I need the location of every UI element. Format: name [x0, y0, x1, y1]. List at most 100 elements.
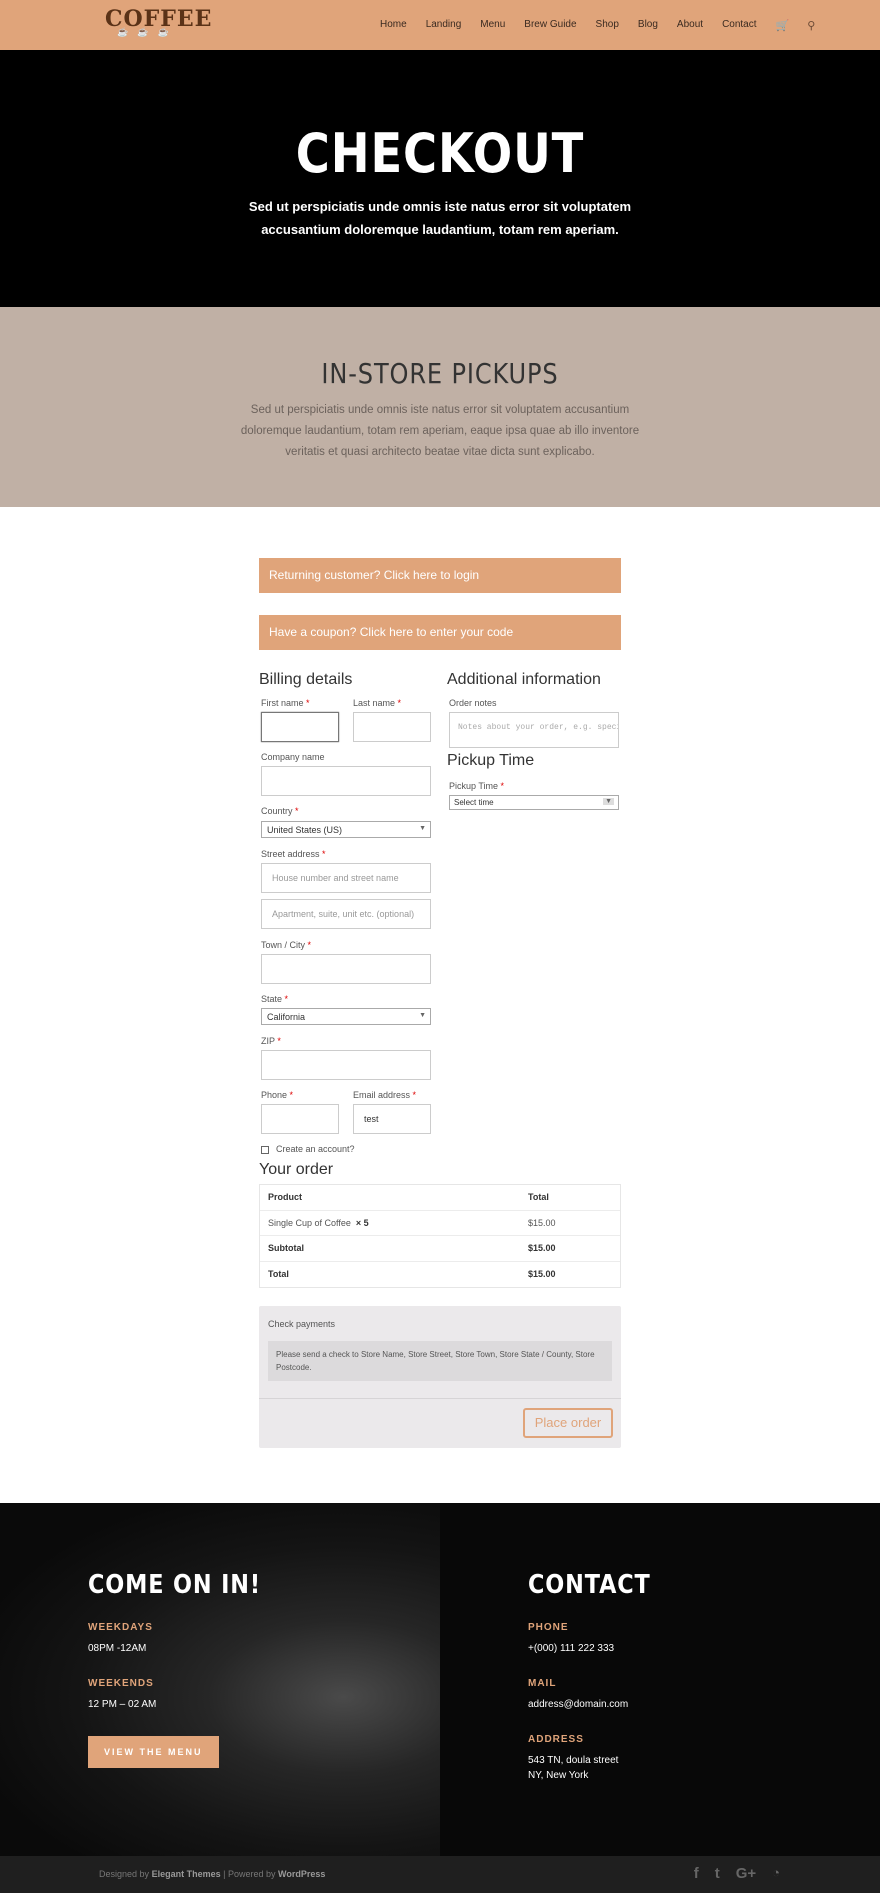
state-label: State * — [261, 994, 289, 1004]
login-notice[interactable]: Returning customer? Click here to login — [259, 558, 621, 593]
elegant-themes-link[interactable]: Elegant Themes — [152, 1869, 221, 1879]
street-field[interactable]: House number and street name — [261, 863, 431, 893]
email-label: Email address * — [353, 1090, 417, 1100]
mail-value[interactable]: address@domain.com — [528, 1697, 671, 1712]
street2-field[interactable]: Apartment, suite, unit etc. (optional) — [261, 899, 431, 929]
state-value: California — [267, 1012, 306, 1022]
total-value: $15.00 — [528, 1269, 556, 1280]
coupon-notice[interactable]: Have a coupon? Click here to enter your … — [259, 615, 621, 650]
chevron-down-icon: ▼ — [419, 1012, 426, 1019]
payment-description: Please send a check to Store Name, Store… — [268, 1341, 612, 1381]
wordpress-link[interactable]: WordPress — [278, 1869, 325, 1879]
pickup-time-select[interactable]: Select time ▼ — [449, 795, 619, 810]
nav-shop[interactable]: Shop — [596, 19, 619, 32]
cart-icon[interactable]: 🛒 — [776, 19, 790, 32]
town-field[interactable] — [261, 954, 431, 984]
email-field[interactable]: test — [353, 1104, 431, 1134]
weekends-label: WEEKENDS — [88, 1678, 154, 1689]
place-order-button[interactable]: Place order — [523, 1408, 613, 1438]
phone-field[interactable] — [261, 1104, 339, 1134]
nav-home[interactable]: Home — [380, 19, 407, 32]
order-table: Product Total Single Cup of Coffee × 5 $… — [259, 1184, 621, 1288]
weekdays-value: 08PM -12AM — [88, 1643, 147, 1654]
nav-landing[interactable]: Landing — [426, 19, 462, 32]
state-select[interactable]: California ▼ — [261, 1008, 431, 1025]
payment-method-label[interactable]: Check payments — [268, 1319, 335, 1329]
contact-title: CONTACT — [528, 1570, 651, 1600]
total-label: Total — [268, 1269, 289, 1280]
address-line-1: 543 TN, doula street — [528, 1755, 619, 1766]
order-head-row: Product Total — [260, 1185, 620, 1211]
order-notes-field[interactable]: Notes about your order, e.g. special not… — [449, 712, 619, 748]
town-label: Town / City * — [261, 940, 312, 950]
pickups-section: IN-STORE PICKUPS Sed ut perspiciatis und… — [0, 307, 880, 507]
order-item-total: $15.00 — [528, 1217, 556, 1228]
pickups-text: Sed ut perspiciatis unde omnis iste natu… — [240, 404, 640, 458]
pickup-time-title: Pickup Time — [447, 752, 535, 769]
pickup-time-value: Select time — [454, 798, 494, 807]
last-name-label: Last name * — [353, 698, 402, 708]
your-order-title: Your order — [259, 1161, 334, 1178]
subtotal-label: Subtotal — [268, 1243, 304, 1254]
weekdays-label: WEEKDAYS — [88, 1622, 153, 1633]
zip-label: ZIP * — [261, 1036, 281, 1046]
nav-contact[interactable]: Contact — [722, 19, 756, 32]
payment-divider — [259, 1398, 621, 1399]
address-value: 543 TN, doula street NY, New York — [528, 1753, 671, 1783]
product-header: Product — [268, 1192, 303, 1203]
phone-label: Phone * — [261, 1090, 294, 1100]
zip-field[interactable] — [261, 1050, 431, 1080]
logo-cups: ☕ ☕ ☕ — [117, 28, 172, 38]
credits: Designed by Elegant Themes | Powered by … — [99, 1869, 326, 1879]
main-nav: Home Landing Menu Brew Guide Shop Blog A… — [380, 19, 833, 32]
total-header: Total — [528, 1192, 549, 1203]
page-title: CHECKOUT — [295, 122, 585, 185]
hours-column: COME ON IN! WEEKDAYS 08PM -12AM WEEKENDS… — [88, 1570, 289, 1768]
pickup-time-label: Pickup Time * — [449, 781, 505, 791]
rss-icon[interactable]: ◔ — [772, 1865, 780, 1882]
weekends-value: 12 PM – 02 AM — [88, 1699, 157, 1710]
checkout-hero: CHECKOUT Sed ut perspiciatis unde omnis … — [0, 50, 880, 307]
nav-brew-guide[interactable]: Brew Guide — [524, 19, 576, 32]
nav-blog[interactable]: Blog — [638, 19, 658, 32]
nav-menu[interactable]: Menu — [480, 19, 505, 32]
subtotal-value: $15.00 — [528, 1243, 556, 1254]
address-label: ADDRESS — [528, 1734, 584, 1745]
billing-title: Billing details — [259, 671, 353, 688]
mail-label: MAIL — [528, 1678, 557, 1689]
google-plus-icon[interactable]: G+ — [736, 1865, 756, 1882]
come-on-in-title: COME ON IN! — [88, 1570, 261, 1600]
pickups-title: IN-STORE PICKUPS — [321, 357, 559, 390]
payment-box: Check payments Please send a check to St… — [259, 1306, 621, 1448]
contact-column: CONTACT PHONE +(000) 111 222 333 MAIL ad… — [528, 1570, 671, 1783]
first-name-field[interactable] — [261, 712, 339, 742]
create-account-label: Create an account? — [276, 1144, 355, 1154]
chevron-down-icon: ▼ — [419, 825, 426, 832]
country-value: United States (US) — [267, 825, 343, 835]
social-links: f t G+ ◔ — [678, 1865, 780, 1882]
create-account-checkbox[interactable] — [261, 1146, 269, 1154]
order-item-name: Single Cup of Coffee × 5 — [268, 1217, 369, 1228]
chevron-down-icon: ▼ — [603, 798, 614, 805]
nav-about[interactable]: About — [677, 19, 703, 32]
total-row: Total $15.00 — [260, 1262, 620, 1288]
country-label: Country * — [261, 806, 299, 816]
bottom-bar: Designed by Elegant Themes | Powered by … — [0, 1856, 880, 1893]
site-logo[interactable]: COFFEE ☕ ☕ ☕ — [105, 6, 212, 38]
company-field[interactable] — [261, 766, 431, 796]
twitter-icon[interactable]: t — [715, 1865, 720, 1882]
country-select[interactable]: United States (US) ▼ — [261, 821, 431, 838]
address-line-2: NY, New York — [528, 1770, 589, 1781]
subtotal-row: Subtotal $15.00 — [260, 1236, 620, 1262]
hero-text: Sed ut perspiciatis unde omnis iste natu… — [248, 199, 632, 237]
additional-title: Additional information — [447, 671, 601, 688]
site-header: COFFEE ☕ ☕ ☕ Home Landing Menu Brew Guid… — [0, 0, 880, 50]
first-name-label: First name * — [261, 698, 310, 708]
order-notes-label: Order notes — [449, 698, 497, 708]
last-name-field[interactable] — [353, 712, 431, 742]
order-item-row: Single Cup of Coffee × 5 $15.00 — [260, 1211, 620, 1236]
company-label: Company name — [261, 752, 325, 762]
facebook-icon[interactable]: f — [694, 1865, 699, 1882]
view-menu-button[interactable]: VIEW THE MENU — [88, 1736, 219, 1768]
search-icon[interactable]: ⚲ — [807, 19, 815, 32]
